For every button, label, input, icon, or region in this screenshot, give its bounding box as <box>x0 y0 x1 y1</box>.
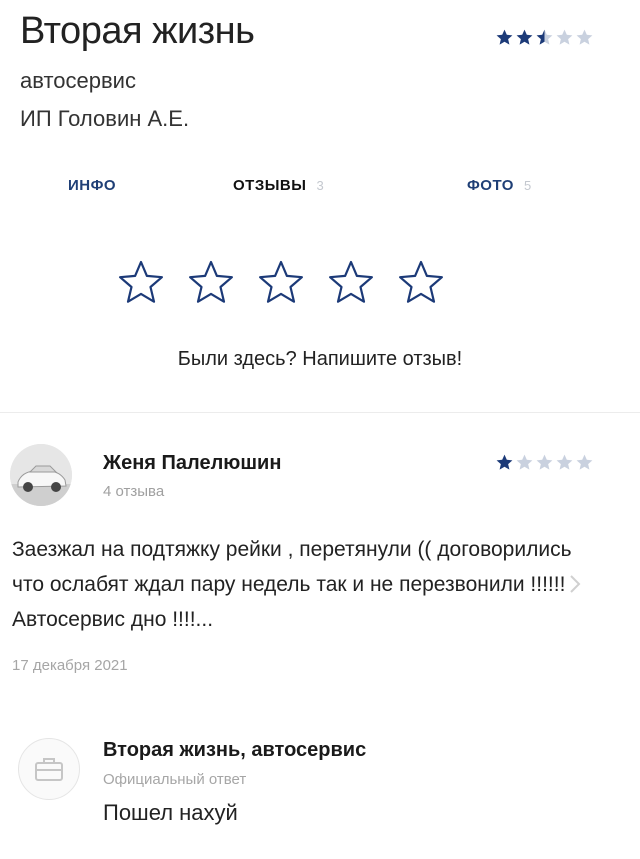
briefcase-icon <box>35 758 63 781</box>
review-author[interactable]: Женя Палелюшин <box>103 452 281 475</box>
rate-star-1-icon[interactable] <box>116 258 166 308</box>
business-category: автосервис <box>20 68 136 93</box>
business-name: Вторая жизнь <box>20 10 255 52</box>
review-date: 17 декабря 2021 <box>12 657 128 674</box>
star-empty-icon <box>556 29 573 45</box>
rate-stars <box>116 258 446 308</box>
star-empty-icon <box>516 454 533 470</box>
tab-info[interactable]: ИНФО <box>68 177 116 194</box>
review-author-count: 4 отзыва <box>103 483 165 500</box>
avatar[interactable] <box>10 444 72 506</box>
reply-label: Официальный ответ <box>103 771 247 788</box>
star-filled-icon <box>496 29 513 45</box>
star-empty-icon <box>576 454 593 470</box>
tab-reviews[interactable]: ОТЗЫВЫ 3 <box>233 177 324 194</box>
star-filled-icon <box>516 29 533 45</box>
tab-label: ОТЗЫВЫ <box>233 177 307 194</box>
rate-star-4-icon[interactable] <box>326 258 376 308</box>
tab-count: 5 <box>523 178 532 193</box>
tab-count: 3 <box>316 178 325 193</box>
tab-label: ИНФО <box>68 177 117 194</box>
business-rating-stars <box>495 28 594 47</box>
review-text[interactable]: Заезжал на подтяжку рейки , перетянули (… <box>12 532 582 637</box>
star-empty-icon <box>556 454 573 470</box>
business-avatar <box>18 738 80 800</box>
write-review-prompt[interactable]: Были здесь? Напишите отзыв! <box>0 348 640 371</box>
review-rating-stars <box>495 453 594 472</box>
rate-star-2-icon[interactable] <box>186 258 236 308</box>
chevron-right-icon[interactable] <box>568 573 582 595</box>
rate-star-3-icon[interactable] <box>256 258 306 308</box>
star-empty-icon <box>536 454 553 470</box>
star-half-icon <box>536 29 553 45</box>
rate-star-5-icon[interactable] <box>396 258 446 308</box>
star-empty-icon <box>576 29 593 45</box>
star-filled-icon <box>496 454 513 470</box>
car-photo-icon <box>10 444 72 506</box>
reply-author: Вторая жизнь, автосервис <box>103 739 367 761</box>
reply-text: Пошел нахуй <box>103 800 238 825</box>
tab-label: ФОТО <box>467 177 514 194</box>
tab-photo[interactable]: ФОТО 5 <box>467 177 532 194</box>
divider <box>0 412 640 413</box>
business-owner: ИП Головин А.Е. <box>20 106 190 131</box>
